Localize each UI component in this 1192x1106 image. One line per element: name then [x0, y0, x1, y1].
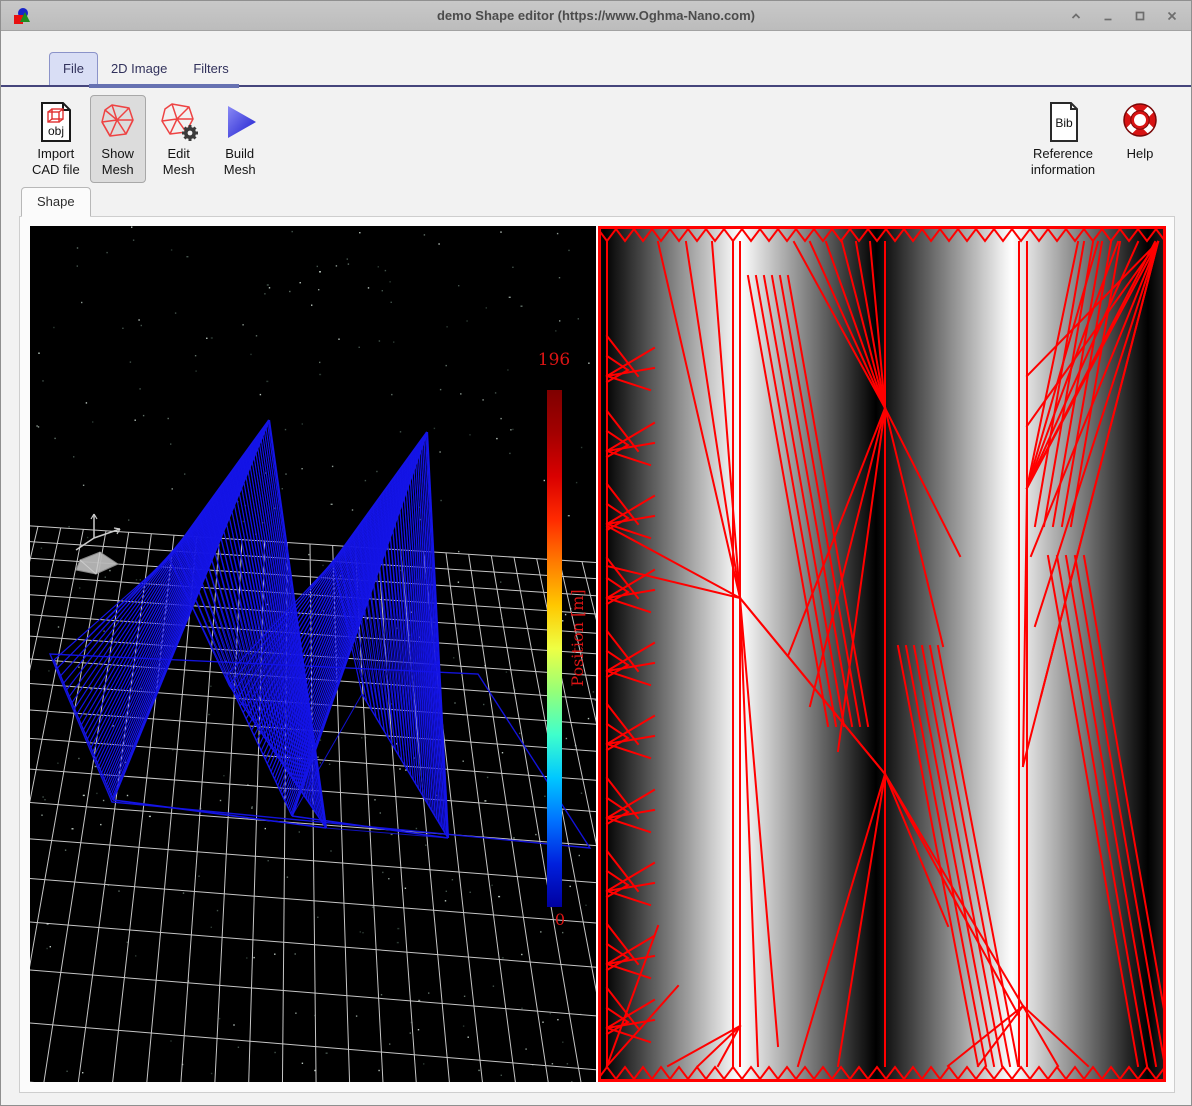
- build-mesh-button[interactable]: Build Mesh: [212, 95, 268, 183]
- app-window: demo Shape editor (https://www.Oghma-Nan…: [0, 0, 1192, 1106]
- obj-document-icon: obj: [40, 102, 71, 142]
- tab-accent-bar: [89, 84, 239, 88]
- document-tab-bar: Shape: [21, 187, 91, 217]
- help-button[interactable]: Help: [1112, 95, 1168, 168]
- axes-gizmo-icon: [75, 513, 121, 575]
- button-label-line: CAD file: [32, 161, 80, 177]
- play-icon: [227, 106, 256, 138]
- button-label-line: Reference: [1033, 146, 1093, 161]
- show-mesh-button[interactable]: Show Mesh: [89, 95, 146, 184]
- edit-mesh-button[interactable]: Edit Mesh: [151, 95, 207, 183]
- button-label-line: Import: [37, 146, 75, 161]
- titlebar[interactable]: demo Shape editor (https://www.Oghma-Nan…: [1, 1, 1191, 31]
- close-icon[interactable]: [1165, 9, 1179, 23]
- tab-shape[interactable]: Shape: [21, 187, 91, 217]
- button-label-line: Build: [225, 146, 255, 161]
- tab-file[interactable]: File: [49, 52, 98, 85]
- button-label-line: Mesh: [223, 161, 256, 177]
- svg-text:Bib: Bib: [1055, 116, 1073, 130]
- minimize-icon[interactable]: [1101, 9, 1115, 23]
- reference-information-button[interactable]: Bib Reference information: [1019, 95, 1107, 183]
- mesh-gear-icon: [160, 103, 198, 141]
- lifebuoy-icon: [1123, 103, 1157, 137]
- button-label-line: information: [1030, 161, 1096, 177]
- colorbar-max-label: 196: [538, 350, 570, 370]
- mesh-icon: [100, 104, 134, 137]
- colorbar-min-label: 0: [555, 910, 565, 929]
- bib-document-icon: Bib: [1050, 102, 1078, 142]
- colorbar: [547, 390, 562, 907]
- starfield: [36, 226, 596, 1082]
- window-title: demo Shape editor (https://www.Oghma-Nan…: [436, 8, 756, 23]
- import-cad-file-button[interactable]: obj Import CAD file: [27, 95, 85, 183]
- button-label-line: Mesh: [162, 161, 195, 177]
- colorbar-axis-label: Position [m]: [568, 589, 587, 686]
- shape-tab-page: 196 0 Position [m]: [19, 216, 1175, 1093]
- tab-filters[interactable]: Filters: [180, 53, 241, 85]
- toolbar: obj Import CAD file Show Mesh Edit Mesh …: [1, 89, 1191, 185]
- tab-2d-image[interactable]: 2D Image: [98, 53, 180, 85]
- shade-icon[interactable]: [1069, 9, 1083, 23]
- svg-text:obj: obj: [48, 124, 64, 138]
- blue-wireframe-mesh: [48, 419, 592, 849]
- 3d-viewer-panel[interactable]: 196 0 Position [m]: [30, 226, 596, 1082]
- main-tab-bar: File 2D Image Filters: [1, 49, 1191, 88]
- window-controls: [1069, 9, 1179, 23]
- button-label-line: Mesh: [101, 161, 134, 177]
- button-label-line: Show: [101, 146, 134, 161]
- button-label-line: Edit: [167, 146, 190, 161]
- button-label-line: Help: [1126, 146, 1154, 161]
- 2d-image-panel[interactable]: [598, 226, 1166, 1082]
- maximize-icon[interactable]: [1133, 9, 1147, 23]
